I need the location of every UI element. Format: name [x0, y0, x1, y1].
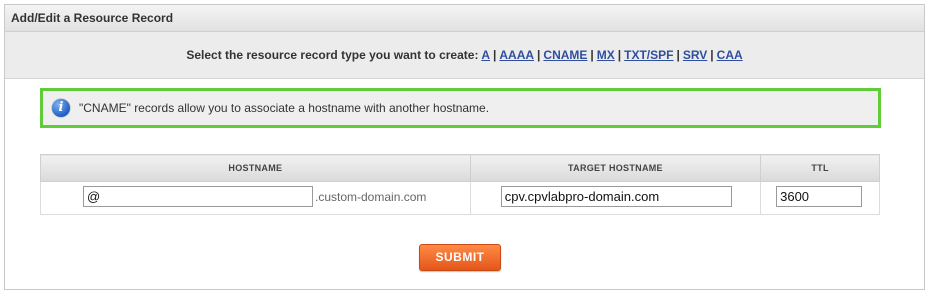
record-table: HOSTNAME TARGET HOSTNAME TTL .custom-dom…: [40, 154, 880, 215]
hostname-domain-suffix: .custom-domain.com: [315, 190, 427, 204]
ttl-header: TTL: [760, 154, 880, 182]
type-separator: |: [617, 48, 622, 62]
target-hostname-cell: [469, 181, 762, 215]
target-hostname-header: TARGET HOSTNAME: [469, 154, 762, 182]
cname-info-box: i "CNAME" records allow you to associate…: [40, 88, 881, 128]
type-separator: |: [537, 48, 541, 62]
type-link-cname[interactable]: CNAME: [543, 48, 587, 62]
ttl-cell: [760, 181, 880, 215]
submit-button[interactable]: SUBMIT: [419, 244, 501, 271]
record-type-prompt: Select the resource record type you want…: [186, 48, 479, 62]
type-link-mx[interactable]: MX: [597, 48, 615, 62]
type-separator: |: [493, 48, 497, 62]
type-separator: |: [710, 48, 714, 62]
hostname-input[interactable]: [83, 186, 313, 207]
ttl-input[interactable]: [776, 186, 863, 207]
type-link-a[interactable]: A: [481, 48, 490, 62]
type-link-txt-spf[interactable]: TXT/SPF: [624, 48, 673, 62]
panel-title: Add/Edit a Resource Record: [5, 5, 924, 32]
hostname-cell: .custom-domain.com: [40, 181, 471, 215]
record-type-selector: Select the resource record type you want…: [5, 32, 924, 79]
hostname-header: HOSTNAME: [40, 154, 471, 182]
type-separator: |: [676, 48, 680, 62]
type-link-aaaa[interactable]: AAAA: [499, 48, 534, 62]
target-hostname-input[interactable]: [500, 186, 732, 207]
table-row: .custom-domain.com: [40, 181, 880, 215]
table-header-row: HOSTNAME TARGET HOSTNAME TTL: [40, 154, 880, 182]
info-message: "CNAME" records allow you to associate a…: [79, 101, 490, 115]
type-link-srv[interactable]: SRV: [683, 48, 707, 62]
type-link-caa[interactable]: CAA: [717, 48, 743, 62]
type-separator: |: [590, 48, 594, 62]
info-icon: i: [52, 99, 70, 117]
